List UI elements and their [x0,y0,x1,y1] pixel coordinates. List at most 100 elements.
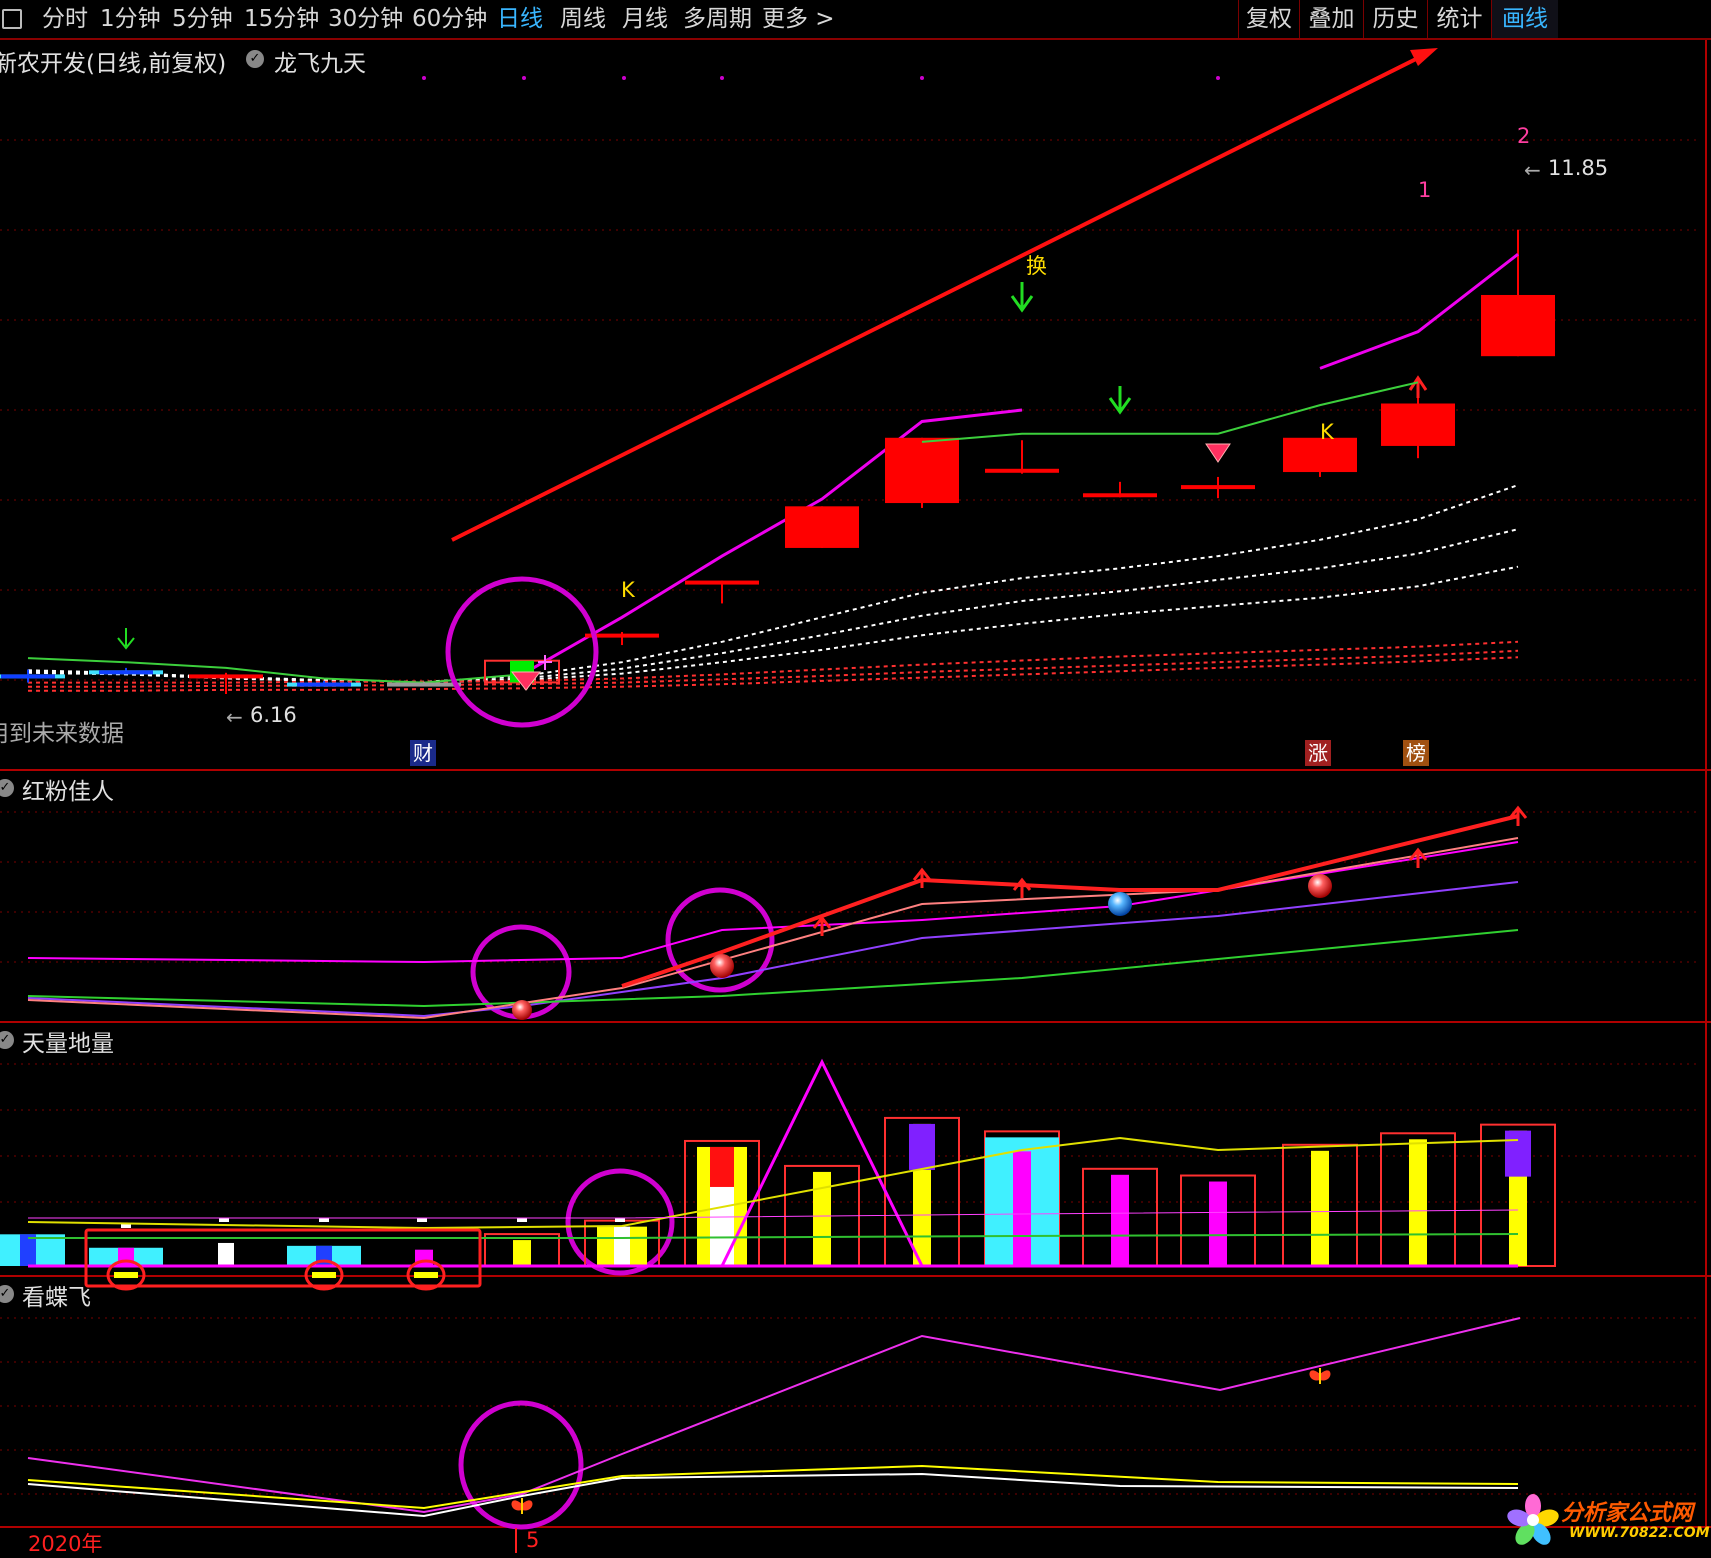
candle-body [387,682,461,687]
stock-title: 新农开发(日线,前复权) [0,51,227,77]
signal-huan-label: 换 [1026,254,1047,278]
candle-body [297,682,351,687]
stock-chart[interactable] [0,40,1711,1553]
volume-bar [1111,1174,1129,1266]
volume-bar-core [710,1176,734,1266]
dim-volume-marker [414,1272,438,1278]
volume-ma-line [28,1233,1519,1239]
up-arrow-icon [1012,877,1032,898]
badge-bang[interactable]: 榜 [1403,740,1429,766]
badge-cai[interactable]: 财 [410,740,436,766]
low-arrow-icon: ← [226,705,243,729]
tab-30min[interactable]: 30分钟 [328,0,403,38]
tab-5min[interactable]: 5分钟 [172,0,233,38]
tab-60min[interactable]: 60分钟 [412,0,487,38]
tab-daily[interactable]: 日线 [497,0,543,38]
volume-tick [615,1218,625,1222]
panel-title-kandiefei: 看蝶飞 [22,1285,91,1311]
panel-title-hongfen: 红粉佳人 [22,779,114,805]
candle-body [1083,493,1157,498]
red-ball-icon [512,1000,532,1020]
volume-bar-top [909,1123,935,1170]
watermark-url: WWW.70822.COM [1569,1525,1710,1541]
x-axis-month: 5 [526,1528,540,1552]
badge-zhang[interactable]: 涨 [1305,740,1331,766]
watermark: 分析家公式网 WWW.70822.COM [1505,1491,1710,1549]
butterfly-icon [511,1498,533,1514]
highlight-circles [445,576,775,1530]
volume-bar-core [118,1247,134,1266]
signal-k-label: K [621,578,635,602]
tab-monthly[interactable]: 月线 [622,0,668,38]
volume-bar-core [20,1234,36,1266]
butterfly-icon [1309,1368,1331,1384]
top-dots [422,76,1220,80]
panel-title-tianliang: 天量地量 [22,1031,114,1057]
volume-bar [513,1240,531,1266]
dim-volume-marker [312,1272,336,1278]
button-draw[interactable]: 画线 [1491,0,1558,38]
candle-body [785,506,859,548]
low-price-label: 6.16 [250,703,297,727]
button-history[interactable]: 历史 [1363,0,1427,38]
flower-logo-icon [1507,1494,1559,1545]
ma-line [27,484,1519,683]
diamond-markers [510,443,1231,691]
x-axis-year: 2020年 [28,1532,103,1556]
tab-multi-period[interactable]: 多周期 [683,0,752,38]
volume-bar-top [1505,1130,1531,1177]
volume-bar-core [1013,1151,1031,1266]
candles [0,229,1555,694]
candle-body [1481,294,1555,357]
volume-bar [1311,1150,1329,1266]
volume-tick [121,1224,131,1228]
red-ball-icon [1308,874,1332,898]
tab-weekly[interactable]: 周线 [560,0,606,38]
candle-body [99,670,153,675]
button-overlay[interactable]: 叠加 [1299,0,1363,38]
candle-body [1381,403,1455,446]
wave-1-label: 1 [1418,178,1432,202]
candle-body [1181,485,1255,490]
signal-k-label: K [1320,420,1334,444]
blue-ball-icon [1108,892,1132,916]
window-icon[interactable] [2,9,22,29]
volume-tick [517,1218,527,1222]
high-arrow-icon: ← [1524,158,1541,182]
high-price-label: 11.85 [1548,156,1609,180]
dim-volume-marker [114,1272,138,1278]
volume-ma-line [27,1136,1519,1230]
volume-bar-core [614,1226,630,1266]
indicator-toggle-icon[interactable]: ✓ [246,50,264,68]
ma-line [28,656,1519,692]
watermark-title: 分析家公式网 [1561,1501,1694,1526]
period-toolbar: 分时 1分钟 5分钟 15分钟 30分钟 60分钟 日线 周线 月线 多周期 更… [0,0,1711,40]
wave-2-label: 2 [1517,124,1531,148]
future-data-note: 用到未来数据 [0,721,124,747]
tab-15min[interactable]: 15分钟 [244,0,319,38]
button-fuquan[interactable]: 复权 [1238,0,1299,38]
volume-bar [1209,1181,1227,1266]
candle-body [1,674,55,679]
candle-body [685,580,759,585]
button-stats[interactable]: 统计 [1427,0,1491,38]
candle-body [985,468,1059,473]
tab-1min[interactable]: 1分钟 [100,0,161,38]
volume-ma-line [28,1209,1519,1219]
moving-average-lines [27,484,1519,692]
trend-arrow-head [1410,48,1438,66]
tab-fenshi[interactable]: 分时 [42,0,88,38]
volume-bar-top [710,1146,734,1187]
volume-bar [1409,1139,1427,1266]
volume-tick [319,1218,329,1222]
candle-body [885,437,959,504]
up-arrow-icon [912,867,932,888]
volume-tick [417,1218,427,1222]
up-arrow-icon [1408,847,1428,868]
tab-more[interactable]: 更多 > [762,0,835,38]
volume-tick [219,1218,229,1222]
indicator-name: 龙飞九天 [274,51,366,77]
red-ball-icon [710,954,734,978]
signal-arrows [117,282,1428,650]
candle-body [189,674,263,679]
